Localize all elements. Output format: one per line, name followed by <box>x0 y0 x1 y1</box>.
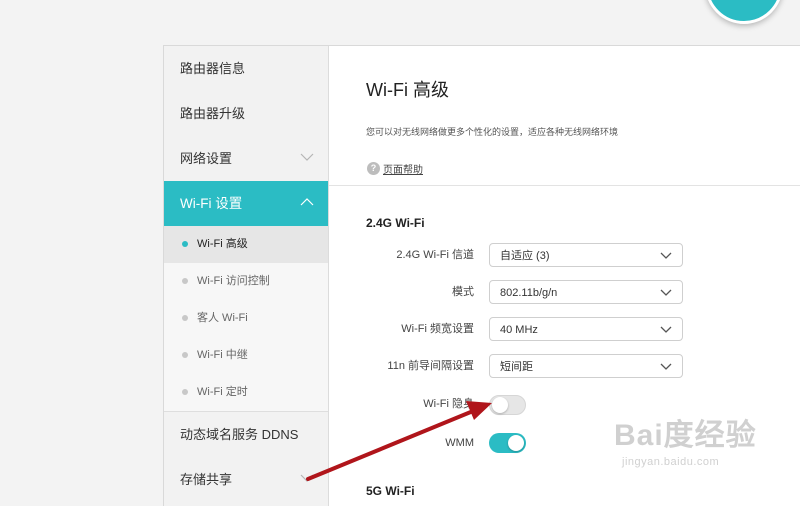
channel-select[interactable]: 自适应 (3) <box>489 243 683 267</box>
bullet-icon <box>182 315 188 321</box>
main-content: Wi-Fi 高级 您可以对无线网络做更多个性化的设置，适应各种无线网络环境 ? … <box>329 46 800 506</box>
submenu-item-label: Wi-Fi 高级 <box>197 238 248 250</box>
mode-select[interactable]: 802.11b/g/n <box>489 280 683 304</box>
chevron-down-icon <box>660 363 672 370</box>
page-help-link[interactable]: ? 页面帮助 <box>367 161 423 176</box>
bullet-icon <box>182 241 188 247</box>
wmm-label: WMM <box>445 437 474 449</box>
wifi-hidden-toggle[interactable] <box>489 395 526 415</box>
channel-value: 自适应 (3) <box>500 250 550 262</box>
page-title: Wi-Fi 高级 <box>366 80 449 100</box>
page-help-label: 页面帮助 <box>383 165 423 176</box>
sidebar-item-label: 路由器升级 <box>180 106 246 121</box>
chevron-down-icon <box>300 153 314 161</box>
divider <box>329 185 800 186</box>
chevron-down-icon <box>660 252 672 259</box>
mode-value: 802.11b/g/n <box>500 287 558 299</box>
settings-panel: 路由器信息 路由器升级 网络设置 Wi-Fi 设置 Wi-Fi 高级 Wi-Fi… <box>163 45 800 506</box>
toggle-knob <box>508 435 524 451</box>
chevron-down-icon <box>660 289 672 296</box>
sidebar-item-network-settings[interactable]: 网络设置 <box>164 136 328 181</box>
sidebar-item-wifi-settings[interactable]: Wi-Fi 设置 <box>164 181 328 226</box>
submenu-item-label: Wi-Fi 定时 <box>197 386 248 398</box>
sidebar-item-label: Wi-Fi 设置 <box>180 196 243 211</box>
chevron-up-icon <box>300 198 314 206</box>
guard-interval-select[interactable]: 短间距 <box>489 354 683 378</box>
section-title-5g: 5G Wi-Fi <box>366 484 415 498</box>
sidebar-item-label: 存储共享 <box>180 472 233 487</box>
sidebar-item-router-upgrade[interactable]: 路由器升级 <box>164 91 328 136</box>
bandwidth-select[interactable]: 40 MHz <box>489 317 683 341</box>
submenu-item-label: Wi-Fi 访问控制 <box>197 275 270 287</box>
wmm-toggle[interactable] <box>489 433 526 453</box>
bullet-icon <box>182 278 188 284</box>
sidebar-item-router-info[interactable]: 路由器信息 <box>164 46 328 91</box>
submenu-item-label: Wi-Fi 中继 <box>197 349 248 361</box>
bullet-icon <box>182 389 188 395</box>
wifi-hidden-label: Wi-Fi 隐身 <box>423 398 474 410</box>
chevron-down-icon <box>660 326 672 333</box>
bandwidth-value: 40 MHz <box>500 324 538 336</box>
sidebar-item-label: 网络设置 <box>180 151 233 166</box>
floating-action-button[interactable] <box>705 0 783 24</box>
sidebar-item-storage-sharing[interactable]: 存储共享 <box>164 457 328 502</box>
page-description: 您可以对无线网络做更多个性化的设置，适应各种无线网络环境 <box>366 127 619 137</box>
guard-interval-value: 短间距 <box>500 361 533 373</box>
section-title-24g: 2.4G Wi-Fi <box>366 216 425 230</box>
bullet-icon <box>182 352 188 358</box>
help-icon: ? <box>367 162 380 175</box>
channel-label: 2.4G Wi-Fi 信道 <box>396 249 474 261</box>
toggle-knob <box>492 397 508 413</box>
bandwidth-label: Wi-Fi 频宽设置 <box>401 323 474 335</box>
chevron-down-icon <box>300 474 314 482</box>
guard-interval-label: 11n 前导间隔设置 <box>387 360 474 372</box>
submenu-item-label: 客人 Wi-Fi <box>197 312 248 324</box>
sidebar-item-label: 路由器信息 <box>180 61 246 76</box>
mode-label: 模式 <box>452 286 474 298</box>
